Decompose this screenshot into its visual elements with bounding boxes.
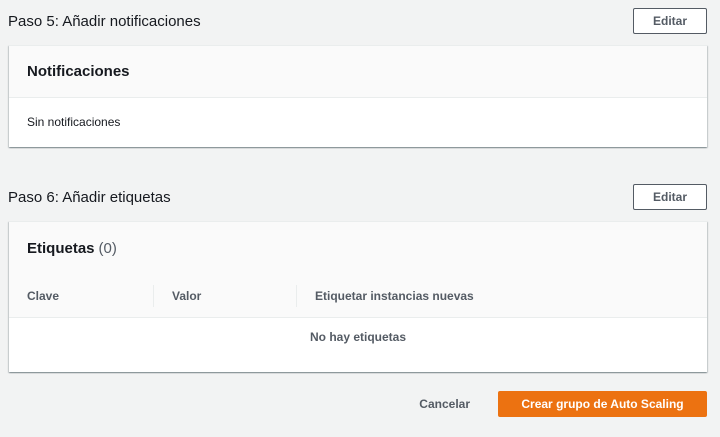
notifications-card-body: Sin notificaciones	[9, 98, 707, 146]
notifications-empty-text: Sin notificaciones	[27, 115, 121, 129]
notifications-card: Notificaciones Sin notificaciones	[9, 45, 707, 147]
column-header-value: Valor	[153, 284, 296, 307]
step6-edit-button[interactable]: Editar	[633, 184, 707, 210]
step5-title: Paso 5: Añadir notificaciones	[8, 12, 201, 30]
tags-empty-text: No hay etiquetas	[309, 330, 407, 344]
notifications-card-title: Notificaciones	[27, 63, 130, 80]
step6-title: Paso 6: Añadir etiquetas	[8, 188, 171, 206]
notifications-card-header: Notificaciones	[9, 46, 707, 98]
column-header-tag-new-instances: Etiquetar instancias nuevas	[296, 284, 707, 307]
step5-header: Paso 5: Añadir notificaciones Editar	[8, 7, 707, 35]
tags-card-header: Etiquetas (0)	[9, 222, 707, 274]
step5-edit-button[interactable]: Editar	[633, 8, 707, 34]
tags-table-header: Clave Valor Etiquetar instancias nuevas	[9, 274, 707, 318]
tags-card: Etiquetas (0) Clave Valor Etiquetar inst…	[9, 221, 707, 372]
create-auto-scaling-group-button[interactable]: Crear grupo de Auto Scaling	[498, 391, 707, 417]
cancel-button[interactable]: Cancelar	[419, 397, 470, 411]
tags-count: (0)	[98, 239, 117, 257]
column-header-key: Clave	[27, 288, 60, 303]
tags-empty-row: No hay etiquetas	[9, 318, 707, 356]
form-footer: Cancelar Crear grupo de Auto Scaling	[419, 391, 707, 417]
tags-card-title: Etiquetas	[27, 239, 95, 257]
step6-header: Paso 6: Añadir etiquetas Editar	[8, 183, 707, 211]
